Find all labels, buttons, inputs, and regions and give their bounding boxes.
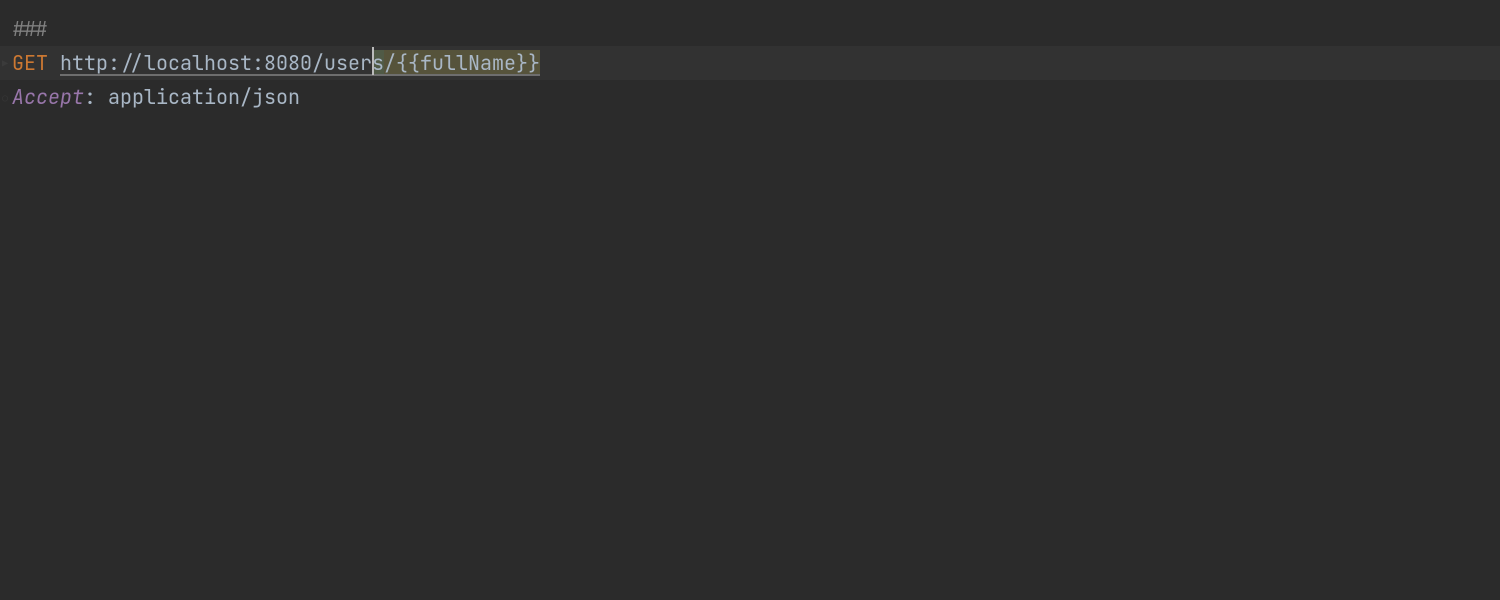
http-header-name: Accept — [12, 80, 84, 114]
http-header-value: application/json — [96, 80, 300, 114]
http-url: http://localhost:8080/users/{{fullName}} — [60, 46, 540, 80]
gutter-icon: ○ — [0, 89, 10, 105]
request-separator: ### — [12, 12, 48, 46]
url-template-variable: {{fullName}} — [396, 50, 540, 76]
http-method: GET — [12, 46, 48, 80]
http-header-colon: : — [84, 80, 96, 114]
editor-line-request[interactable]: ▶ GET http://localhost:8080/users/{{full… — [0, 46, 1500, 80]
gutter-run-icon[interactable]: ▶ — [0, 55, 10, 71]
url-template-segment: /{{fullName}} — [384, 50, 540, 76]
editor-line-separator[interactable]: ### — [0, 12, 1500, 46]
editor-line-header[interactable]: ○ Accept: application/json — [0, 80, 1500, 114]
url-selection-char: s — [372, 50, 384, 76]
text-caret — [372, 47, 374, 75]
url-host-path: http://localhost:8080/user — [60, 50, 372, 76]
